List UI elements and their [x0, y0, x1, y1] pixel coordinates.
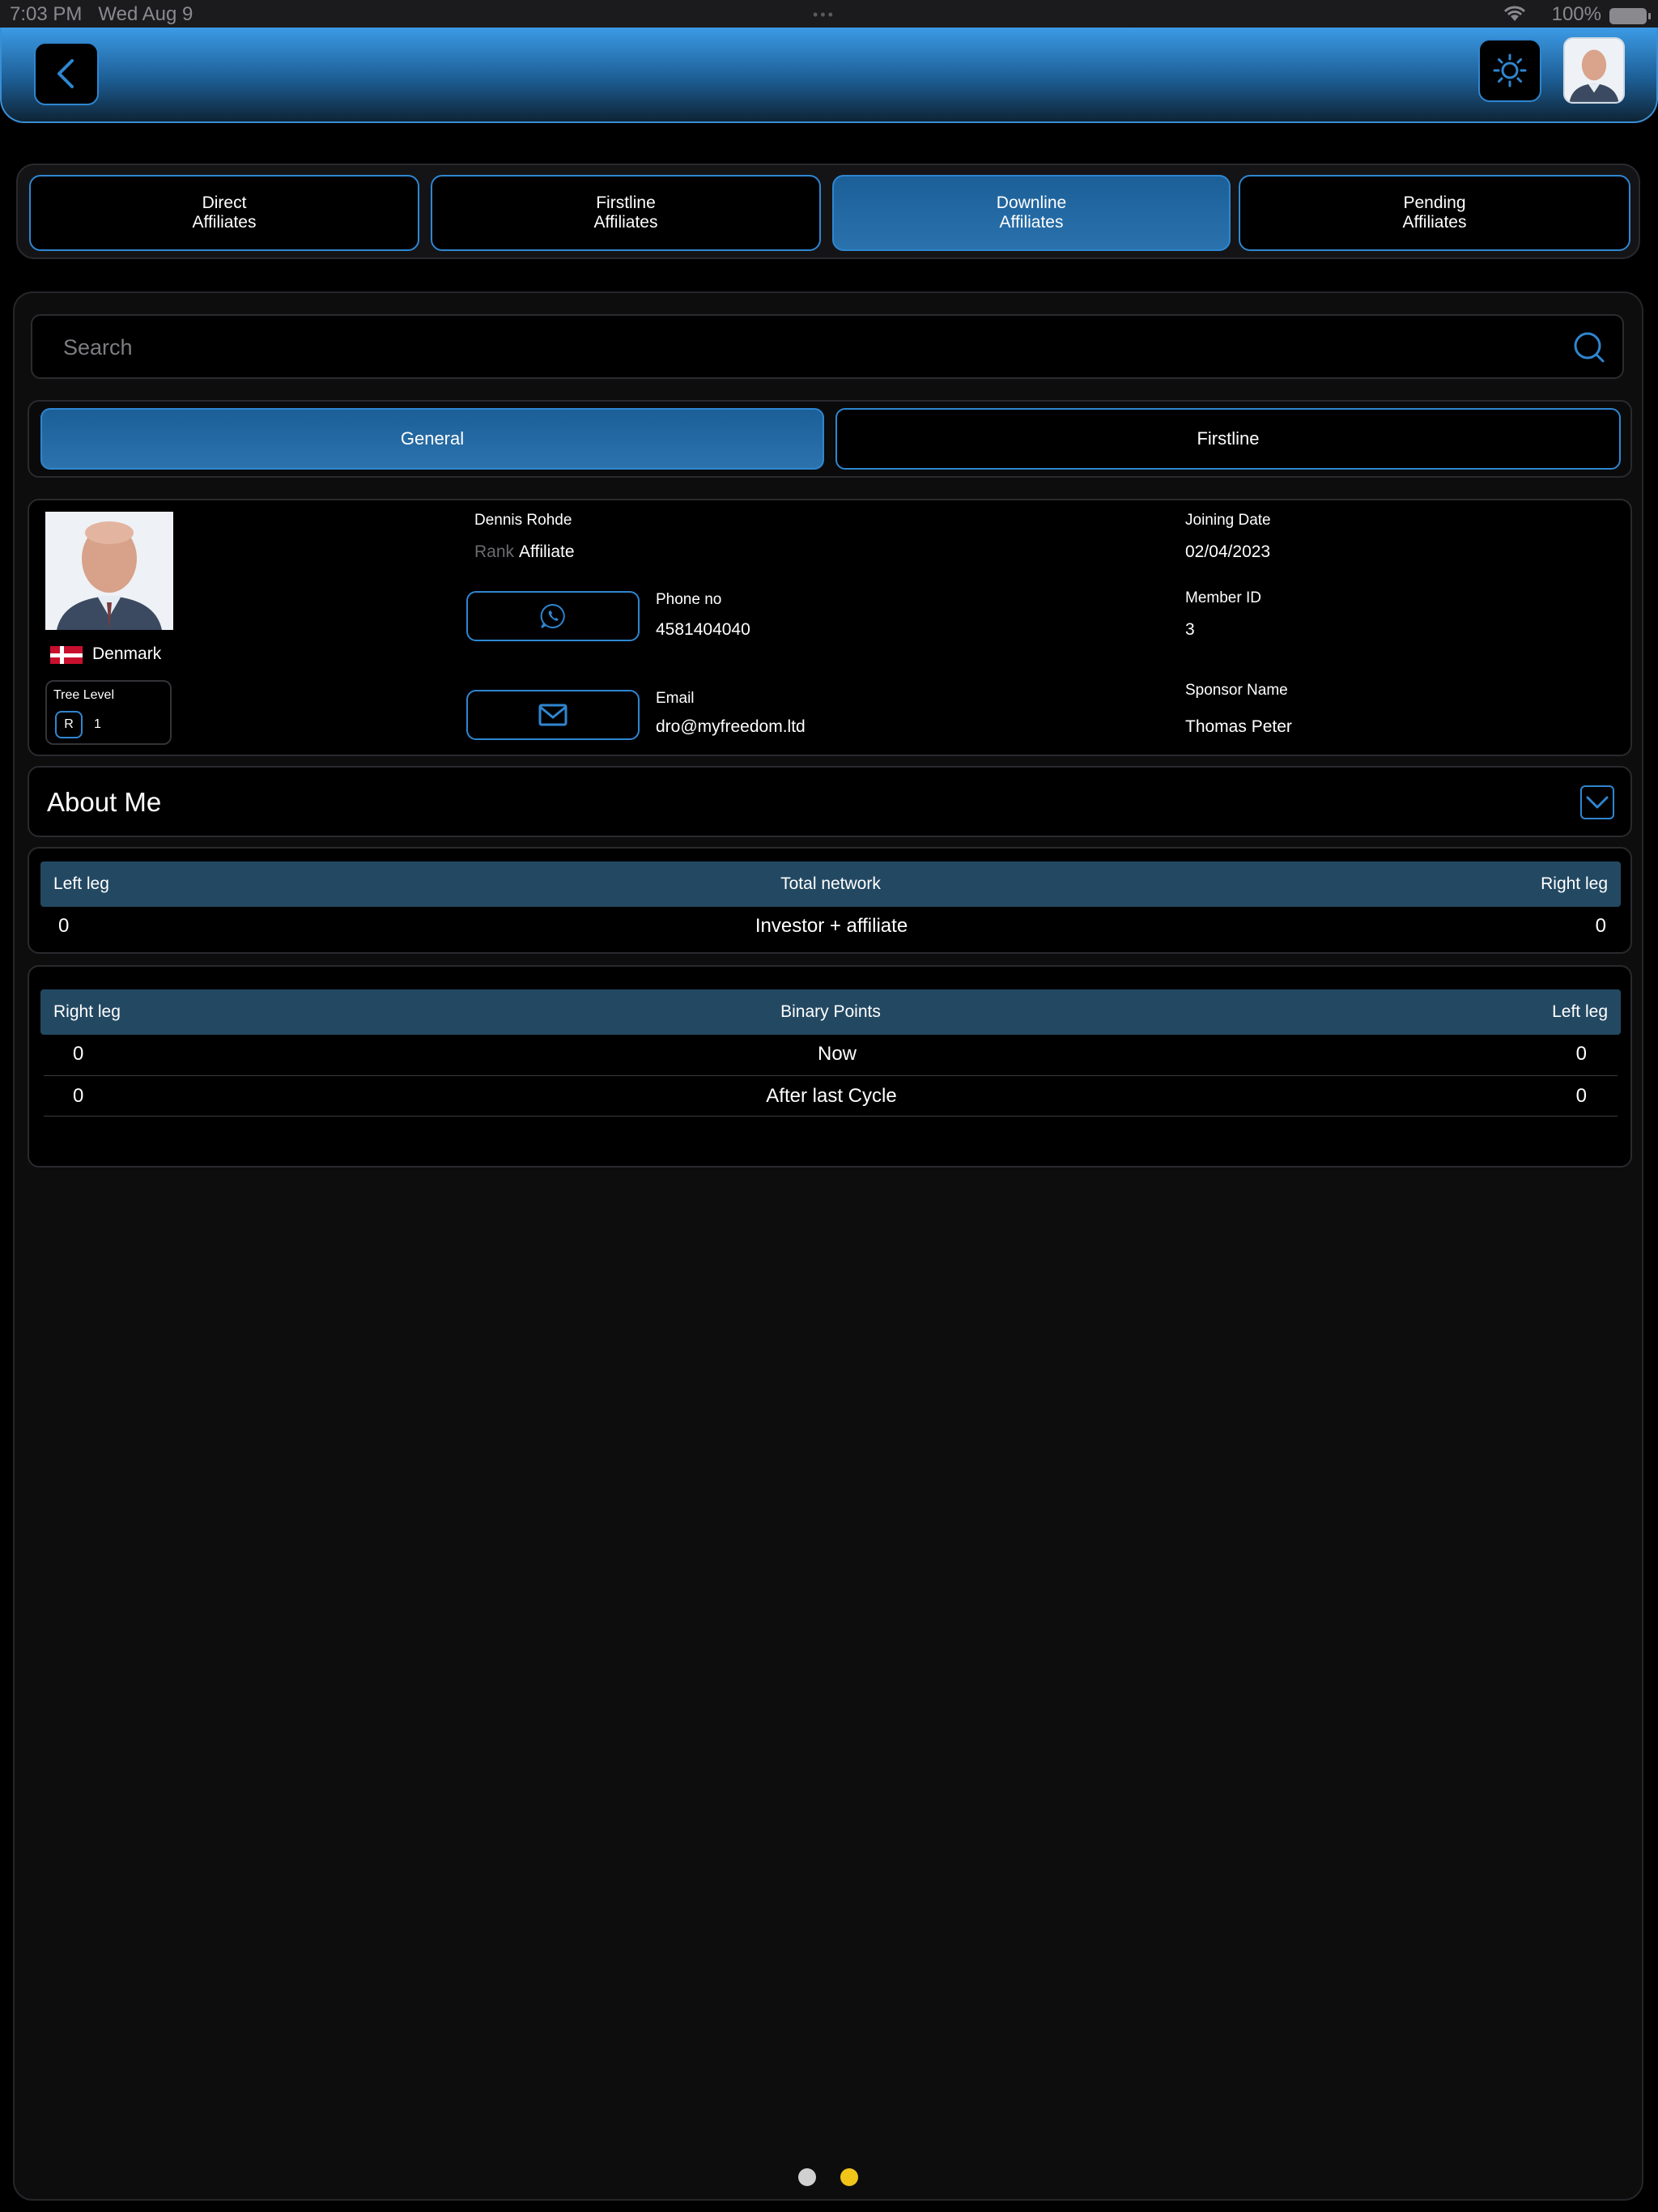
binary-row-cycle-label: After last Cycle [766, 1085, 897, 1107]
about-me-toggle[interactable] [1580, 785, 1614, 819]
tab-direct-affiliates[interactable]: Direct Affiliates [29, 175, 419, 251]
profile-photo-image [45, 512, 173, 630]
app-header [0, 28, 1658, 123]
joining-date-value: 02/04/2023 [1185, 542, 1271, 561]
tab-general[interactable]: General [40, 408, 824, 470]
binary-row-now-right: 0 [1575, 1043, 1587, 1065]
theme-toggle-button[interactable] [1478, 39, 1541, 102]
about-me-section[interactable]: About Me [28, 766, 1632, 837]
network-right-value: 0 [1595, 915, 1606, 937]
multitasking-dots-icon: ••• [813, 6, 835, 23]
status-bar: 7:03 PM Wed Aug 9 ••• 100% [0, 0, 1658, 28]
affiliate-tabs: Direct Affiliates Firstline Affiliates D… [16, 164, 1640, 259]
page-dot-2-active[interactable] [840, 2168, 858, 2186]
member-id-value: 3 [1185, 620, 1195, 639]
email-button[interactable] [466, 690, 640, 740]
phone-label: Phone no [656, 591, 722, 608]
search-input[interactable] [63, 330, 1520, 364]
denmark-flag-icon [50, 646, 83, 664]
binary-points-table: Right leg Binary Points Left leg 0 Now 0… [28, 965, 1632, 1168]
tree-level-box: Tree Level R 1 [45, 680, 172, 745]
rank-label: Rank [474, 542, 515, 561]
avatar [1565, 39, 1623, 102]
search-icon[interactable] [1572, 330, 1606, 364]
mail-icon [538, 704, 568, 726]
row-divider [44, 1075, 1618, 1076]
sponsor-name-label: Sponsor Name [1185, 682, 1288, 699]
whatsapp-button[interactable] [466, 591, 640, 641]
phone-value: 4581404040 [656, 620, 750, 639]
tree-level-label: Tree Level [53, 688, 114, 702]
search-bar [31, 314, 1624, 379]
detail-tabs: General Firstline [28, 400, 1632, 478]
chevron-down-icon [1586, 796, 1609, 809]
binary-row-cycle-right: 0 [1575, 1085, 1587, 1107]
about-me-title: About Me [47, 787, 162, 817]
back-button[interactable] [34, 42, 99, 105]
wifi-icon [1503, 6, 1526, 21]
header-total-network: Total network [780, 874, 881, 893]
table-header: Right leg Binary Points Left leg [40, 989, 1621, 1035]
tree-level-value: 1 [94, 717, 101, 731]
tab-firstline-affiliates[interactable]: Firstline Affiliates [431, 175, 821, 251]
page-dot-1[interactable] [798, 2168, 816, 2186]
chevron-left-icon [57, 59, 74, 88]
email-value: dro@myfreedom.ltd [656, 717, 806, 736]
member-name: Dennis Rohde [474, 512, 572, 529]
header-binary-points: Binary Points [780, 1002, 881, 1021]
profile-photo [45, 512, 173, 630]
member-id-label: Member ID [1185, 589, 1261, 606]
sun-icon [1493, 53, 1527, 87]
status-time: 7:03 PM Wed Aug 9 [10, 3, 193, 25]
tab-pending-affiliates[interactable]: Pending Affiliates [1239, 175, 1630, 251]
battery-percent: 100% [1551, 3, 1601, 25]
header-right-leg: Right leg [1541, 874, 1608, 893]
binary-row-now-label: Now [817, 1043, 857, 1065]
rank-row: Rank Affiliate [474, 542, 575, 562]
table-header: Left leg Total network Right leg [40, 861, 1621, 907]
whatsapp-icon [540, 603, 565, 628]
network-row-label: Investor + affiliate [755, 915, 908, 937]
sponsor-name-value: Thomas Peter [1185, 717, 1292, 736]
row-divider [44, 1116, 1618, 1117]
header-left-leg: Left leg [1552, 1002, 1608, 1021]
battery-icon [1609, 8, 1651, 24]
rank-value: Affiliate [519, 542, 575, 561]
tab-firstline[interactable]: Firstline [835, 408, 1621, 470]
tab-downline-affiliates[interactable]: Downline Affiliates [832, 175, 1231, 251]
country-label: Denmark [92, 644, 162, 663]
total-network-table: Left leg Total network Right leg 0 Inves… [28, 847, 1632, 954]
tree-level-badge: R [55, 711, 83, 738]
joining-date-label: Joining Date [1185, 512, 1271, 529]
email-label: Email [656, 690, 695, 707]
profile-card: Denmark Tree Level R 1 Dennis Rohde Rank… [28, 499, 1632, 756]
user-avatar-button[interactable] [1563, 37, 1625, 104]
